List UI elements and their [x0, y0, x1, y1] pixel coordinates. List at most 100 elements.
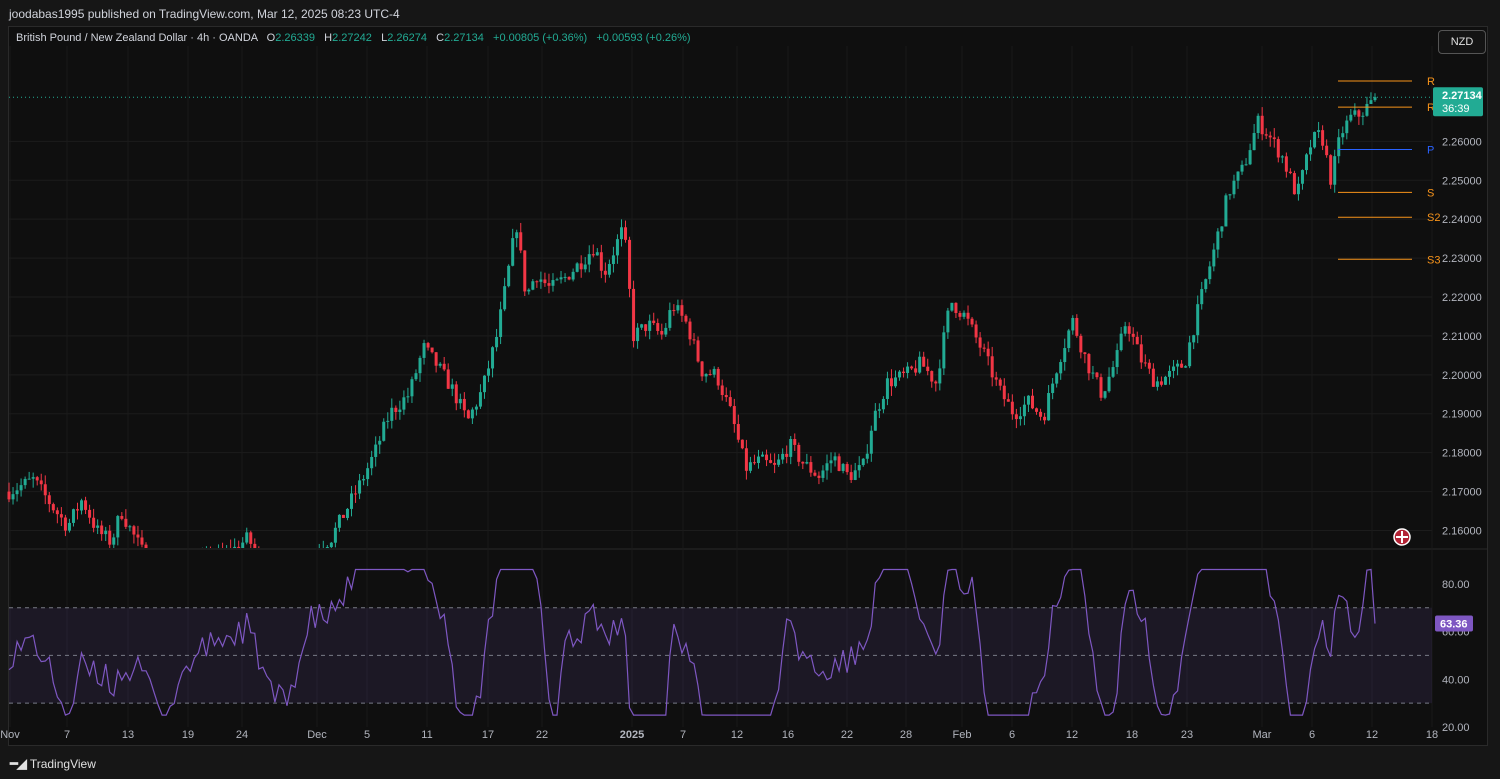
- candle-body: [1107, 376, 1111, 392]
- candle-body: [59, 514, 63, 518]
- candle-body: [825, 463, 829, 471]
- candle-body: [724, 395, 728, 398]
- candle-body: [918, 356, 922, 373]
- candle-body: [648, 320, 652, 331]
- candle-body: [426, 343, 430, 348]
- candle-body: [543, 279, 547, 284]
- candle-body: [539, 279, 543, 282]
- tradingview-logo-icon: ━◢: [10, 756, 27, 771]
- time-tick-label: 22: [841, 729, 853, 741]
- candle-body: [1047, 393, 1051, 421]
- price-tick-label: 2.18000: [1442, 448, 1482, 460]
- candle-body: [1091, 372, 1095, 374]
- candle-body: [116, 516, 120, 538]
- candle-body: [1159, 381, 1163, 385]
- candle-body: [128, 526, 132, 528]
- candle-body: [1325, 145, 1329, 156]
- candle-body: [547, 283, 551, 286]
- candle-body: [362, 479, 366, 481]
- candle-body: [394, 407, 398, 413]
- candle-body: [414, 373, 418, 380]
- candle-body: [515, 232, 519, 239]
- candle-body: [92, 517, 96, 528]
- time-tick-label: 13: [122, 729, 134, 741]
- candle-body: [519, 232, 523, 251]
- candle-body: [333, 527, 337, 543]
- candle-body: [990, 356, 994, 378]
- candle-body: [797, 444, 801, 462]
- candle-body: [873, 410, 877, 431]
- candle-body: [345, 508, 349, 518]
- candle-body: [708, 374, 712, 376]
- candle-body: [998, 379, 1002, 386]
- candle-body: [1357, 110, 1361, 117]
- candle-body: [1365, 103, 1369, 116]
- price-tick-label: 2.22000: [1442, 292, 1482, 304]
- candle-body: [801, 461, 805, 464]
- candle-body: [712, 368, 716, 375]
- candle-body: [237, 546, 241, 548]
- candle-body: [853, 470, 857, 480]
- candle-body: [1075, 317, 1079, 336]
- candle-body: [567, 276, 571, 280]
- candle-body: [950, 302, 954, 311]
- candle-body: [43, 484, 47, 496]
- candle-body: [579, 263, 583, 270]
- candle-body: [966, 312, 970, 319]
- candle-body: [329, 542, 333, 548]
- candle-body: [942, 332, 946, 369]
- candle-body: [1353, 110, 1357, 115]
- candle-body: [898, 371, 902, 378]
- candle-body: [1051, 383, 1055, 394]
- tradingview-brand[interactable]: ━◢ TradingView: [10, 756, 96, 772]
- candle-body: [982, 347, 986, 349]
- candle-body: [1167, 370, 1171, 377]
- candle-body: [1208, 266, 1212, 280]
- candle-body: [583, 264, 587, 270]
- candle-body: [370, 456, 374, 469]
- candle-body: [390, 407, 394, 421]
- time-tick-label: 2025: [620, 729, 644, 741]
- candle-body: [636, 327, 640, 342]
- candle-body: [551, 280, 555, 286]
- high-label: H: [324, 32, 333, 44]
- candle-body: [19, 485, 23, 491]
- candle-body: [946, 310, 950, 333]
- candle-body: [1172, 366, 1176, 371]
- candle-body: [7, 491, 11, 500]
- candle-body: [474, 406, 478, 410]
- candle-body: [1111, 367, 1115, 377]
- candle-body: [1268, 135, 1272, 138]
- price-tick-label: 2.26000: [1442, 136, 1482, 148]
- candle-body: [1010, 401, 1014, 415]
- candle-body: [1176, 363, 1180, 367]
- candle-body: [402, 397, 406, 410]
- candle-body: [885, 378, 889, 399]
- candle-body: [341, 514, 345, 518]
- candle-body: [1300, 170, 1304, 184]
- candle-body: [603, 270, 607, 275]
- currency-button[interactable]: NZD: [1438, 30, 1486, 54]
- time-tick-label: 23: [1181, 729, 1193, 741]
- candle-body: [241, 542, 245, 548]
- candle-body: [676, 305, 680, 311]
- candle-body: [47, 495, 51, 505]
- candle-body: [962, 312, 966, 317]
- candle-body: [684, 315, 688, 322]
- candle-body: [1030, 395, 1034, 409]
- candle-body: [1341, 133, 1345, 138]
- candle-body: [1284, 156, 1288, 172]
- candle-body: [434, 352, 438, 366]
- candle-body: [781, 453, 785, 460]
- candle-body: [511, 238, 515, 266]
- candle-body: [507, 265, 511, 287]
- candle-body: [1006, 399, 1010, 402]
- candle-body: [632, 288, 636, 342]
- price-chart[interactable]: 2.16000 2.17000 2.18000 2.19000 2.20000 2.210…: [0, 0, 1500, 779]
- candle-body: [1002, 385, 1006, 400]
- candle-body: [829, 460, 833, 464]
- candle-body: [1309, 147, 1313, 155]
- candle-body: [35, 477, 39, 481]
- last-price-value: 2.27134: [1442, 90, 1483, 102]
- candle-body: [76, 509, 80, 511]
